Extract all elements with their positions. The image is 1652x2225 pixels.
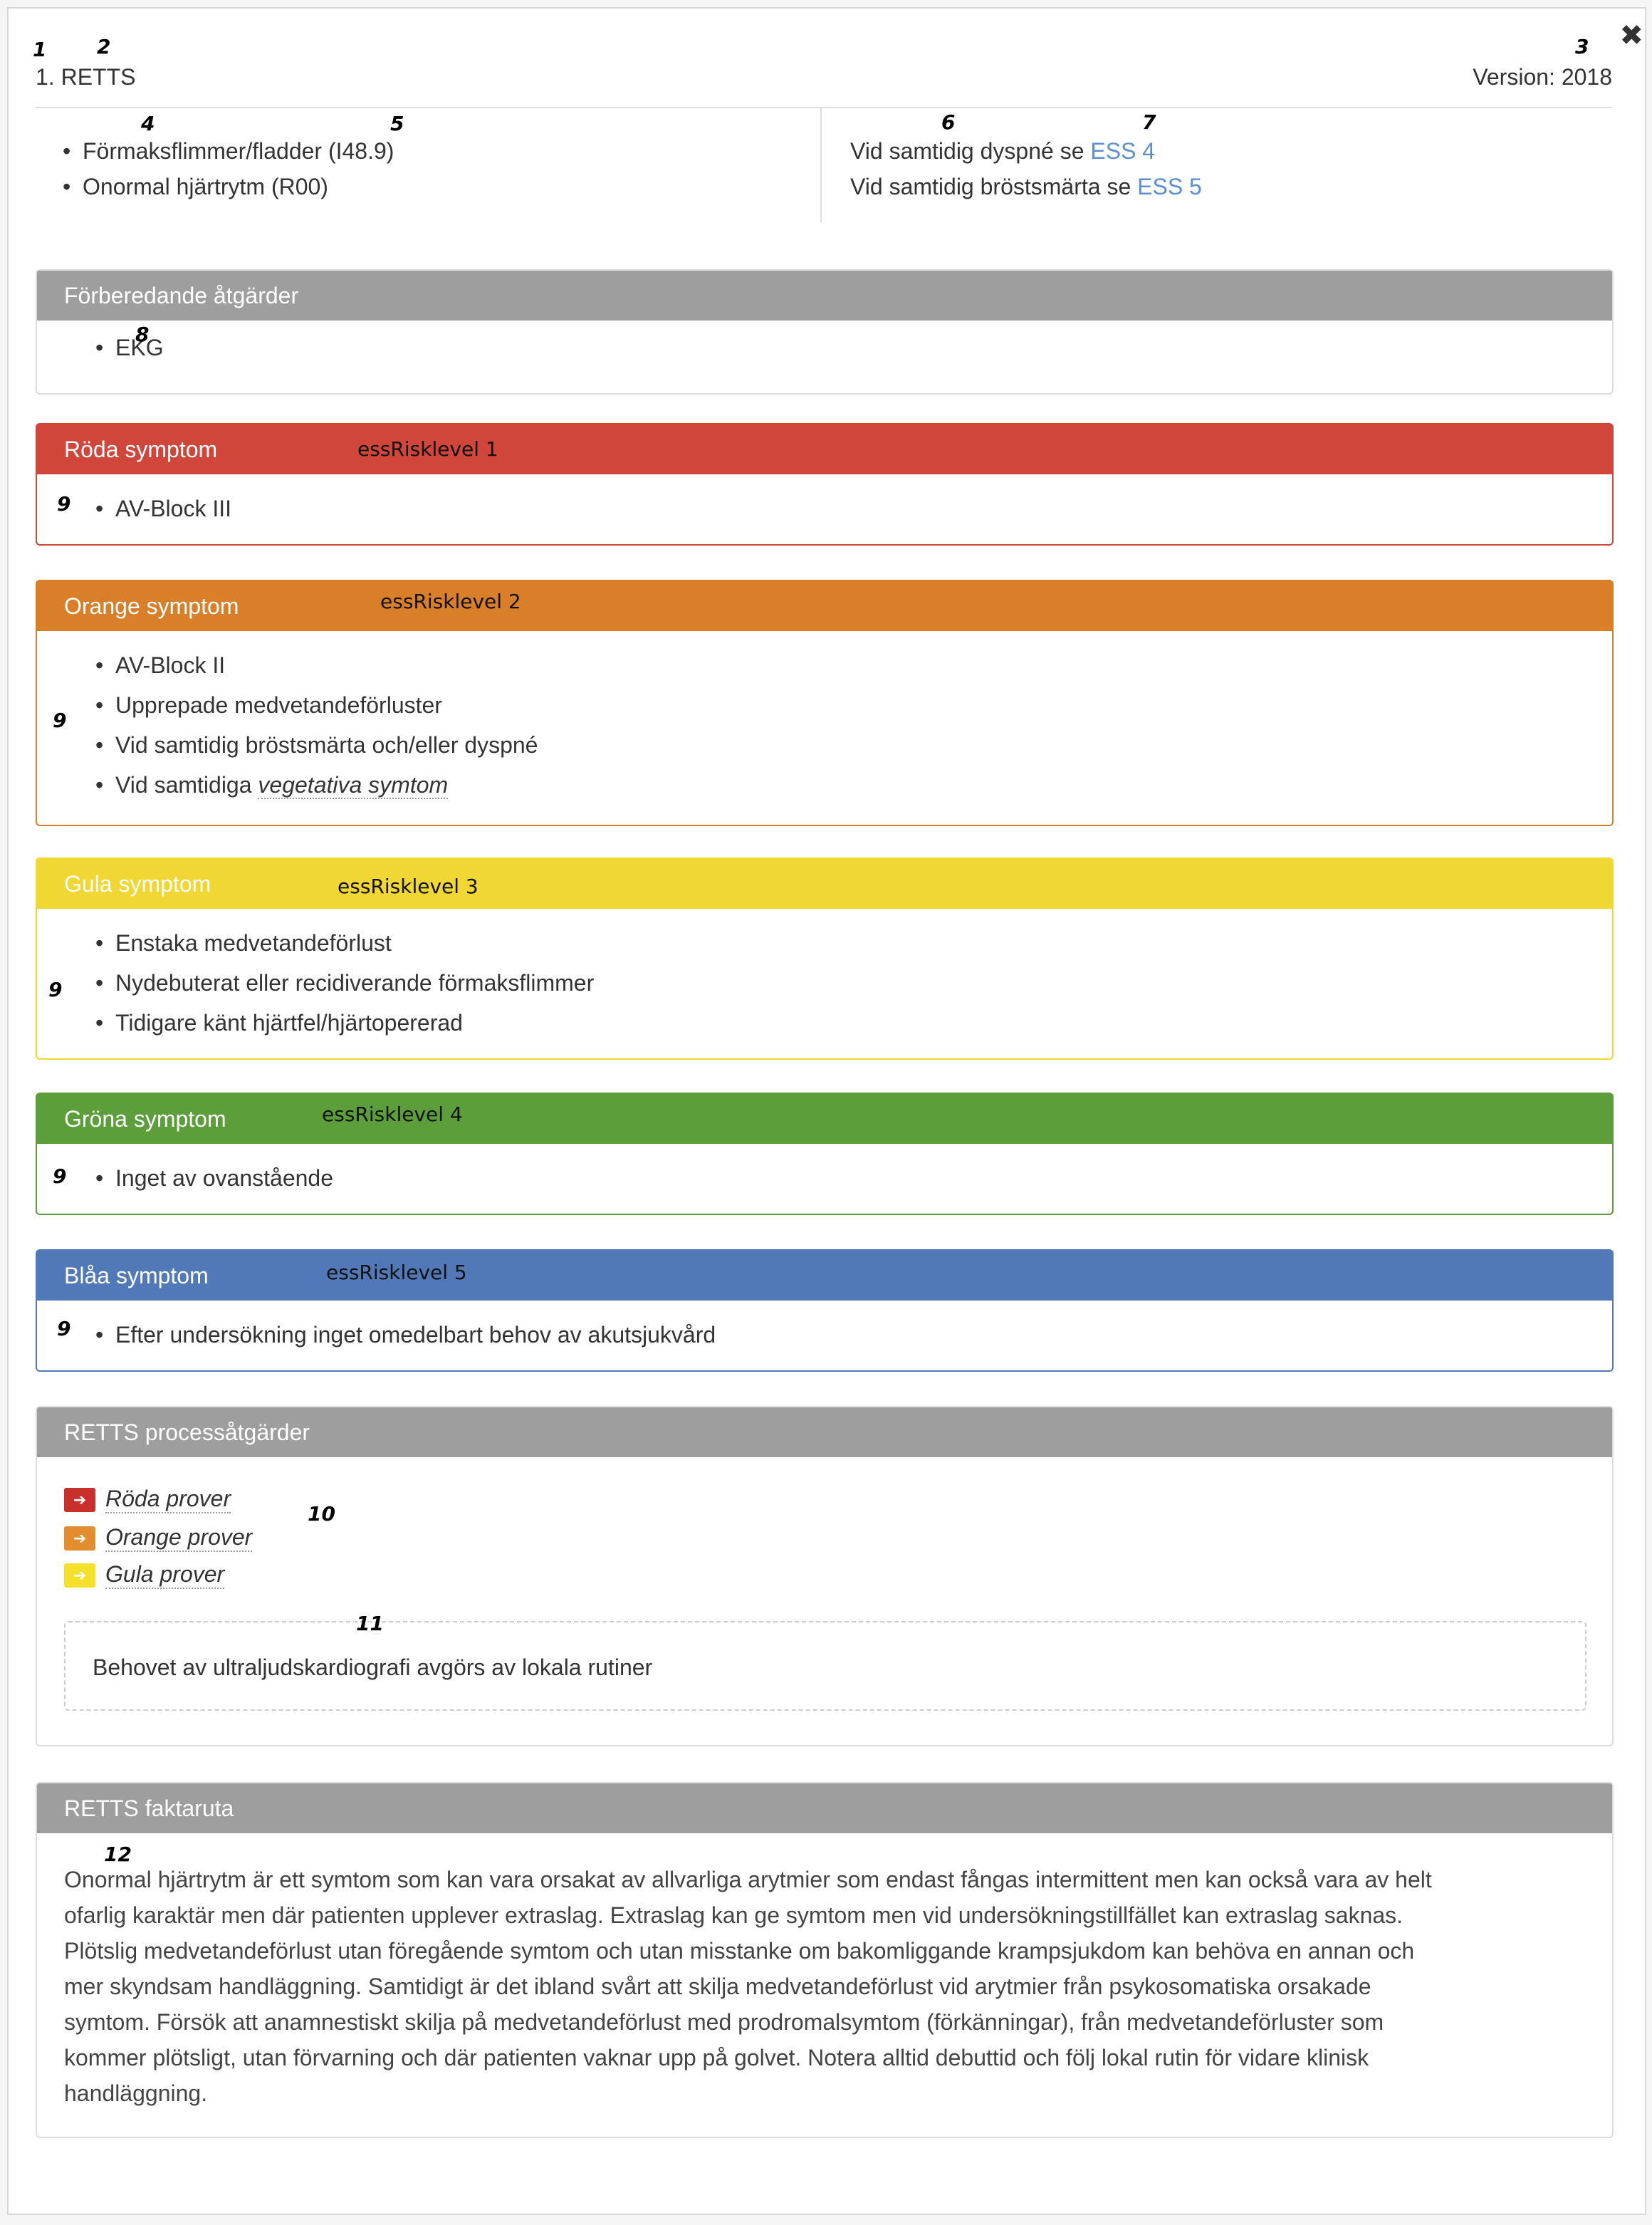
yellow-tests-link[interactable]: ➔ Gula prover bbox=[64, 1561, 225, 1589]
orange-symptoms-panel: Orange symptom essRisklevel 2 9 AV-Block… bbox=[36, 580, 1614, 826]
blue-symptoms-panel: Blåa symptom essRisklevel 5 9 Efter unde… bbox=[36, 1249, 1614, 1372]
list-item: Enstaka medvetandeförlust bbox=[95, 923, 1612, 963]
list-item: Efter undersökning inget omedelbart beho… bbox=[95, 1315, 1612, 1355]
annotation-marker: 5 bbox=[390, 112, 404, 135]
panel-header: Blåa symptom essRisklevel 5 bbox=[37, 1251, 1612, 1301]
symptom-list: Efter undersökning inget omedelbart beho… bbox=[37, 1301, 1612, 1355]
list-item: Inget av ovanstående bbox=[95, 1158, 1612, 1198]
list-item: Förmaksflimmer/fladder (I48.9) bbox=[63, 133, 394, 169]
process-note: Behovet av ultraljudskardiografi avgörs … bbox=[64, 1621, 1586, 1711]
symptom-list: AV-Block II Upprepade medvetandeförluste… bbox=[37, 631, 1612, 805]
list-item: Tidigare känt hjärtfel/hjärtopererad bbox=[95, 1003, 1612, 1043]
risk-level-label: essRisklevel 4 bbox=[322, 1103, 463, 1126]
close-icon[interactable]: ✖ bbox=[1619, 21, 1643, 50]
annotation-marker: 8 bbox=[135, 323, 150, 346]
green-symptoms-panel: Gröna symptom essRisklevel 4 9 Inget av … bbox=[36, 1093, 1614, 1215]
symptom-list: Inget av ovanstående bbox=[37, 1144, 1612, 1198]
annotation-marker: 4 bbox=[141, 112, 155, 135]
facts-panel: RETTS faktaruta 12 Onormal hjärtrytm är … bbox=[36, 1782, 1614, 2138]
panel-header: Gula symptom essRisklevel 3 bbox=[37, 859, 1612, 909]
panel-header: RETTS processåtgärder bbox=[37, 1407, 1612, 1457]
arrow-right-icon: ➔ bbox=[64, 1487, 95, 1512]
annotation-marker: 3 bbox=[1575, 35, 1589, 58]
panel-header: Gröna symptom essRisklevel 4 bbox=[37, 1094, 1612, 1144]
vertical-divider bbox=[820, 108, 822, 222]
annotation-marker: 2 bbox=[97, 35, 111, 58]
symptom-list: Enstaka medvetandeförlust Nydebuterat el… bbox=[37, 909, 1612, 1043]
annotation-marker: 9 bbox=[57, 492, 71, 516]
vegetativa-symtom-link[interactable]: vegetativa symtom bbox=[258, 772, 449, 799]
symptom-list: AV-Block III bbox=[37, 474, 1612, 528]
facts-text: Onormal hjärtrytm är ett symtom som kan … bbox=[64, 1867, 1432, 2106]
annotation-marker: 6 bbox=[941, 110, 956, 134]
header-divider bbox=[36, 107, 1612, 108]
list-item: Vid samtidig bröstsmärta och/eller dyspn… bbox=[95, 725, 1612, 765]
annotation-marker: 9 bbox=[48, 978, 63, 1001]
orange-tests-link[interactable]: ➔ Orange prover bbox=[64, 1524, 253, 1552]
ess-card: ✖ 1 2 3 4 5 6 7 1. RETTS Version: 2018 F… bbox=[7, 7, 1646, 2215]
red-symptoms-panel: Röda symptom essRisklevel 1 9 AV-Block I… bbox=[36, 423, 1614, 546]
diagnosis-list: Förmaksflimmer/fladder (I48.9) Onormal h… bbox=[63, 133, 394, 204]
panel-header: Orange symptom essRisklevel 2 bbox=[37, 581, 1612, 631]
panel-header: Förberedande åtgärder bbox=[37, 271, 1612, 321]
annotation-marker: 7 bbox=[1142, 110, 1156, 134]
annotation-marker: 9 bbox=[53, 709, 67, 732]
list-item: AV-Block II bbox=[95, 645, 1612, 685]
risk-level-label: essRisklevel 5 bbox=[326, 1261, 467, 1284]
list-item: EKG bbox=[95, 328, 1612, 368]
red-tests-link[interactable]: ➔ Röda prover bbox=[64, 1486, 231, 1513]
annotation-marker: 10 bbox=[308, 1502, 335, 1526]
annotation-marker: 9 bbox=[57, 1317, 71, 1340]
list-item: Onormal hjärtrytm (R00) bbox=[63, 169, 394, 204]
panel-header: RETTS faktaruta bbox=[37, 1783, 1612, 1833]
arrow-right-icon: ➔ bbox=[64, 1526, 95, 1551]
annotation-marker: 1 bbox=[33, 38, 47, 61]
process-panel: RETTS processåtgärder ➔ Röda prover ➔ Or… bbox=[36, 1406, 1614, 1746]
risk-level-label: essRisklevel 3 bbox=[338, 875, 479, 898]
list-item: AV-Block III bbox=[95, 489, 1612, 528]
page-title: 1. RETTS bbox=[36, 64, 136, 90]
annotation-marker: 9 bbox=[53, 1164, 67, 1188]
ess-4-link[interactable]: ESS 4 bbox=[1090, 138, 1155, 164]
annotation-marker: 11 bbox=[356, 1612, 384, 1635]
risk-level-label: essRisklevel 1 bbox=[357, 437, 498, 461]
list-item: Vid samtidiga vegetativa symtom bbox=[95, 765, 1612, 805]
yellow-symptoms-panel: Gula symptom essRisklevel 3 9 Enstaka me… bbox=[36, 858, 1614, 1060]
version-label: Version: 2018 bbox=[1473, 64, 1612, 90]
preparatory-panel: Förberedande åtgärder 8 EKG bbox=[36, 269, 1614, 395]
ess-5-link[interactable]: ESS 5 bbox=[1137, 174, 1202, 199]
preparatory-list: EKG bbox=[37, 321, 1612, 368]
risk-level-label: essRisklevel 2 bbox=[380, 590, 521, 613]
list-item: Nydebuterat eller recidiverande förmaksf… bbox=[95, 963, 1612, 1003]
panel-header: Röda symptom essRisklevel 1 bbox=[37, 424, 1612, 474]
arrow-right-icon: ➔ bbox=[64, 1563, 95, 1588]
see-also: Vid samtidig dyspné se ESS 4 Vid samtidi… bbox=[850, 138, 1202, 199]
list-item: Upprepade medvetandeförluster bbox=[95, 685, 1612, 725]
